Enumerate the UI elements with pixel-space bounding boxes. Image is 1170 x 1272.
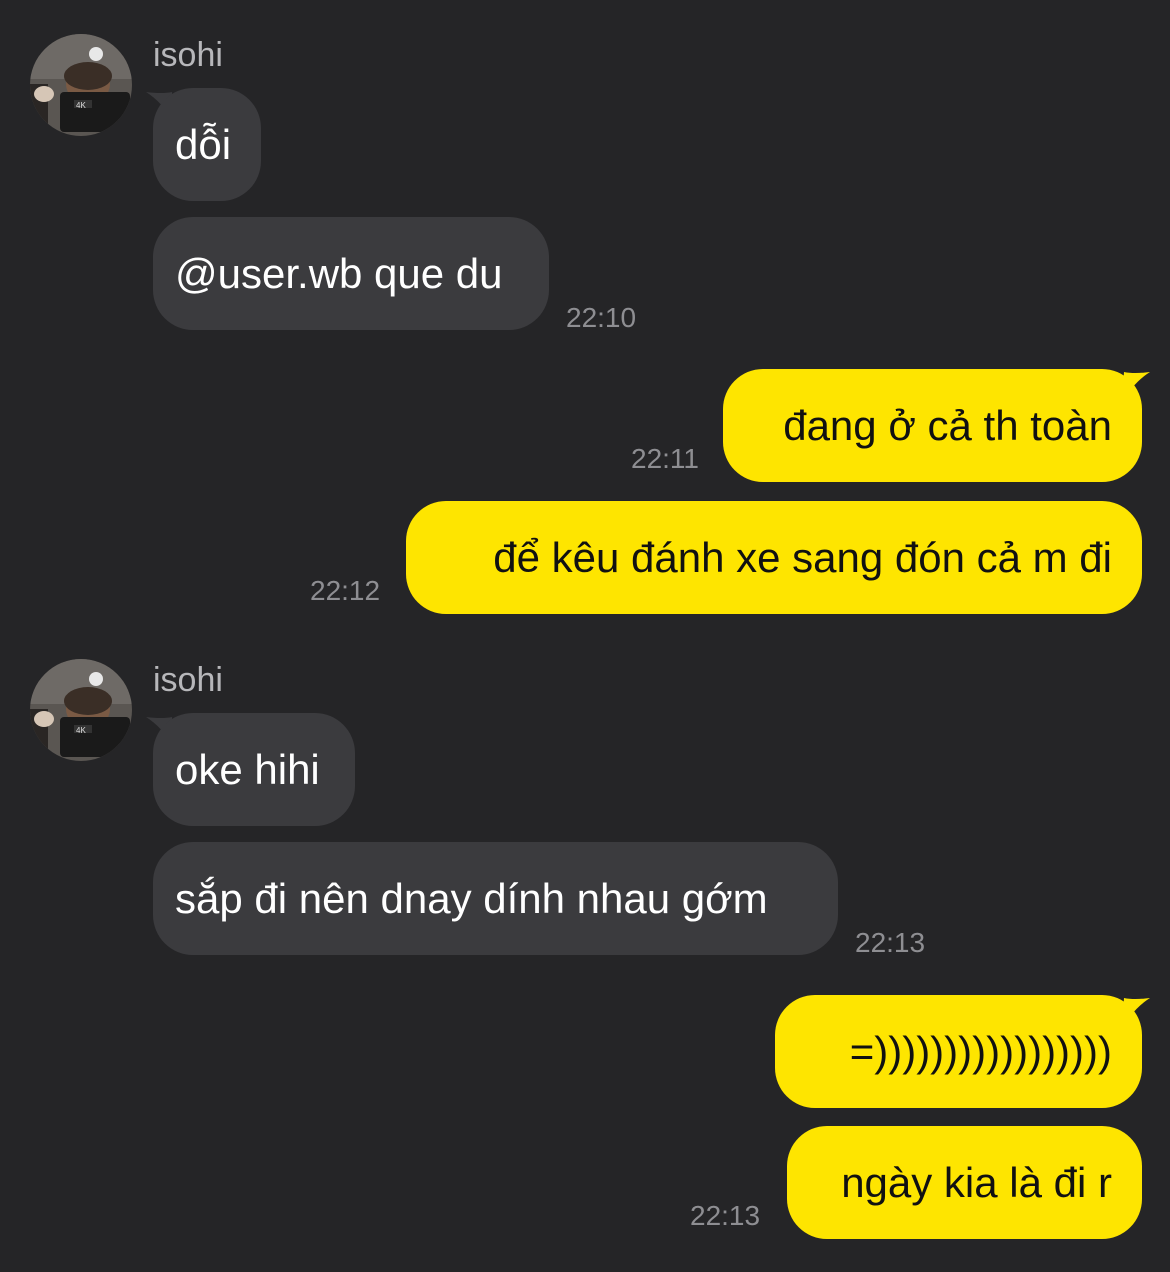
incoming-message[interactable]: sắp đi nên dnay dính nhau gớm xyxy=(153,842,838,955)
incoming-message[interactable]: dỗi xyxy=(153,88,261,201)
sender-name: isohi xyxy=(153,36,223,74)
chat-area[interactable]: 4K isohi dỗi @user.wb que du 22:10 22:11… xyxy=(0,0,1170,1272)
outgoing-message[interactable]: ngày kia là đi r xyxy=(787,1126,1142,1239)
outgoing-message[interactable]: đang ở cả th toàn xyxy=(723,369,1142,482)
message-timestamp: 22:13 xyxy=(690,1200,761,1231)
message-timestamp: 22:10 xyxy=(566,302,637,333)
outgoing-message[interactable]: để kêu đánh xe sang đón cả m đi xyxy=(406,501,1142,614)
message-timestamp: 22:12 xyxy=(310,575,381,606)
incoming-message[interactable]: @user.wb que du xyxy=(153,217,549,330)
message-timestamp: 22:13 xyxy=(855,927,926,958)
incoming-message[interactable]: oke hihi xyxy=(153,713,355,826)
message-timestamp: 22:11 xyxy=(631,443,699,474)
sender-name: isohi xyxy=(153,661,223,699)
svg-text:4K: 4K xyxy=(76,101,86,110)
sender-avatar[interactable]: 4K xyxy=(30,34,132,136)
sender-avatar[interactable]: 4K xyxy=(30,659,132,761)
svg-text:4K: 4K xyxy=(76,726,86,735)
outgoing-message[interactable]: =))))))))))))))))) xyxy=(775,995,1142,1108)
